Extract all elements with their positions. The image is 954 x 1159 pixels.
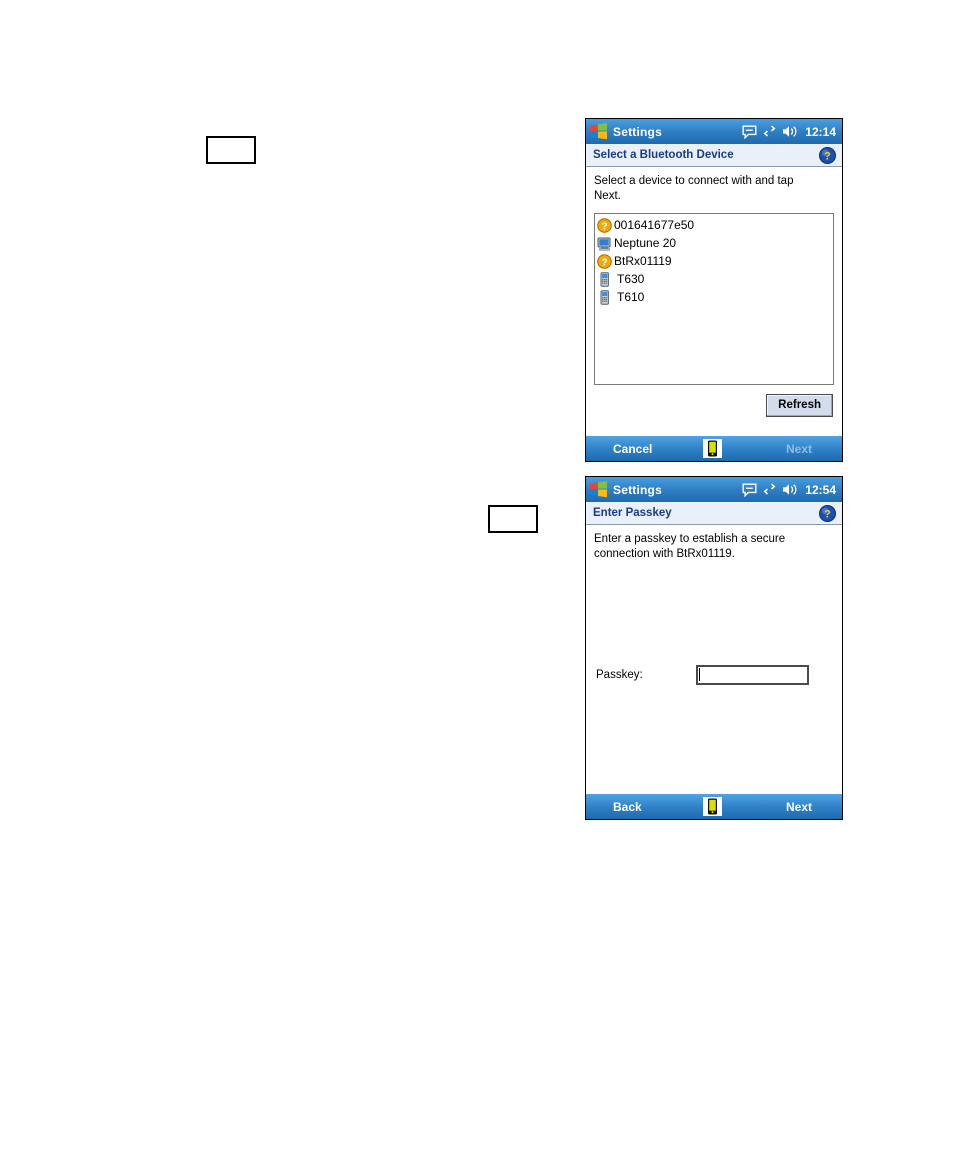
system-tray: 12:54 xyxy=(742,483,836,497)
screen-body: Enter a passkey to establish a secure co… xyxy=(586,525,842,794)
list-item-label: BtRx01119 xyxy=(614,254,672,268)
list-item[interactable]: Neptune 20 xyxy=(597,234,833,252)
speech-bubble-icon[interactable] xyxy=(742,125,757,139)
list-item-label: T610 xyxy=(617,290,645,304)
next-button[interactable]: Next xyxy=(722,442,842,456)
back-button[interactable]: Back xyxy=(586,800,703,814)
list-item[interactable]: ? 001641677e50 xyxy=(597,216,833,234)
windows-flag-icon xyxy=(590,123,607,140)
instruction-text: Select a device to connect with and tap … xyxy=(594,175,794,202)
windows-flag-icon xyxy=(590,481,607,498)
page-title: Enter Passkey xyxy=(593,507,672,519)
titlebar: Settings 12:14 xyxy=(586,119,842,144)
titlebar-title: Settings xyxy=(613,482,662,497)
unknown-device-icon: ? xyxy=(597,217,612,233)
connectivity-arrows-icon[interactable] xyxy=(762,125,777,138)
svg-text:?: ? xyxy=(824,508,831,520)
callout-box-one xyxy=(206,136,256,164)
titlebar-title: Settings xyxy=(613,124,662,139)
keyboard-sip-icon[interactable] xyxy=(703,797,722,816)
clock: 12:14 xyxy=(805,124,836,139)
speaker-icon[interactable] xyxy=(782,125,798,138)
unknown-device-icon: ? xyxy=(597,253,612,269)
list-item[interactable]: T610 xyxy=(597,288,833,306)
pda-screen-select-device: Settings 12:14 Select a Bluetooth Device xyxy=(585,118,843,462)
connectivity-arrows-icon[interactable] xyxy=(762,483,777,496)
list-item[interactable]: ? BtRx01119 xyxy=(597,252,833,270)
help-question-icon[interactable]: ? xyxy=(819,504,836,522)
list-item-label: 001641677e50 xyxy=(614,218,695,232)
svg-text:?: ? xyxy=(601,221,607,232)
instruction-text: Enter a passkey to establish a secure co… xyxy=(594,533,786,560)
screen-body: Select a device to connect with and tap … xyxy=(586,167,842,436)
command-bar: Back Next xyxy=(586,794,842,819)
text-caret xyxy=(699,668,700,681)
speaker-icon[interactable] xyxy=(782,483,798,496)
system-tray: 12:14 xyxy=(742,125,836,139)
command-bar: Cancel Next xyxy=(586,436,842,461)
refresh-row: Refresh xyxy=(594,394,834,417)
passkey-row: Passkey: xyxy=(594,665,834,685)
page-title: Select a Bluetooth Device xyxy=(593,149,734,161)
cancel-button[interactable]: Cancel xyxy=(586,442,703,456)
passkey-input[interactable] xyxy=(696,665,809,685)
list-item[interactable]: T630 xyxy=(597,270,833,288)
help-question-icon[interactable]: ? xyxy=(819,146,836,164)
computer-icon xyxy=(597,237,611,250)
list-item-label: Neptune 20 xyxy=(614,236,677,250)
mobile-phone-icon xyxy=(600,289,609,305)
screen-header: Enter Passkey ? xyxy=(586,502,842,525)
list-item-label: T630 xyxy=(617,272,645,286)
mobile-phone-icon xyxy=(600,271,609,287)
passkey-field-wrap xyxy=(696,665,809,685)
clock: 12:54 xyxy=(805,482,836,497)
speech-bubble-icon[interactable] xyxy=(742,483,757,497)
screen-header: Select a Bluetooth Device ? xyxy=(586,144,842,167)
keyboard-sip-icon[interactable] xyxy=(703,439,722,458)
passkey-label: Passkey: xyxy=(596,669,643,681)
svg-text:?: ? xyxy=(601,257,607,268)
svg-text:?: ? xyxy=(824,150,831,162)
device-list[interactable]: ? 001641677e50 Neptune 20 ? BtRx01119 T6… xyxy=(594,213,834,385)
next-button[interactable]: Next xyxy=(722,800,842,814)
pda-screen-enter-passkey: Settings 12:54 Enter Passkey ? Enter a p… xyxy=(585,476,843,820)
refresh-button[interactable]: Refresh xyxy=(766,394,833,417)
callout-box-two xyxy=(488,505,538,533)
titlebar: Settings 12:54 xyxy=(586,477,842,502)
